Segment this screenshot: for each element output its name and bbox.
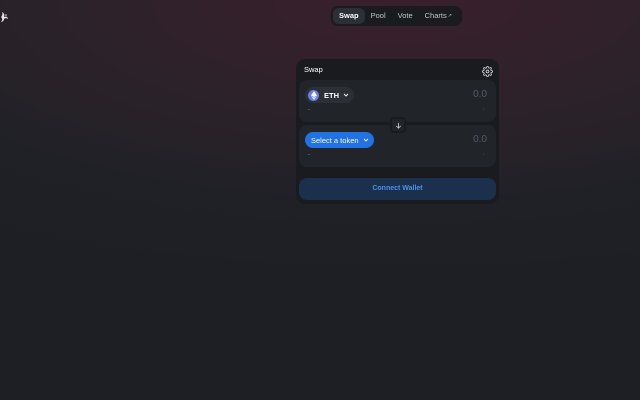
eth-icon [308, 89, 319, 101]
output-fiat-value: - [308, 152, 310, 158]
settings-gear-icon[interactable] [482, 64, 493, 77]
arrow-down-icon [395, 122, 401, 129]
nav-tab-pool[interactable]: Pool [365, 8, 392, 24]
connect-wallet-button[interactable]: Connect Wallet [299, 178, 496, 200]
nav-tab-swap[interactable]: Swap [333, 8, 365, 24]
nav-tab-charts[interactable]: Charts↗ [419, 8, 458, 24]
input-balance-indicator: ↑ [482, 107, 486, 113]
swap-card-title: Swap [304, 65, 323, 74]
nav-tab-charts-label: Charts [424, 11, 447, 20]
nav-tab-vote[interactable]: Vote [392, 8, 419, 24]
select-token-label: Select a token [311, 135, 359, 145]
output-amount-field[interactable]: 0.0 [473, 134, 487, 145]
chevron-down-icon [343, 93, 349, 97]
uniswap-logo-icon[interactable] [0, 10, 10, 22]
top-nav: Swap Pool Vote Charts↗ [331, 6, 462, 26]
swap-card: Swap ETH 0.0 - ↑ Select a token 0.0 - ↑ … [296, 59, 499, 204]
input-token-symbol: ETH [324, 90, 339, 100]
chevron-down-icon [363, 138, 368, 142]
input-fiat-value: - [308, 107, 310, 113]
output-balance-indicator: ↑ [482, 152, 486, 158]
input-amount-field[interactable]: 0.0 [473, 89, 487, 100]
input-token-selector[interactable]: ETH [305, 87, 354, 103]
external-link-icon: ↗ [447, 13, 452, 19]
input-panel: ETH 0.0 - ↑ [299, 80, 496, 122]
switch-direction-button[interactable] [390, 117, 406, 133]
select-token-button[interactable]: Select a token [305, 132, 374, 148]
